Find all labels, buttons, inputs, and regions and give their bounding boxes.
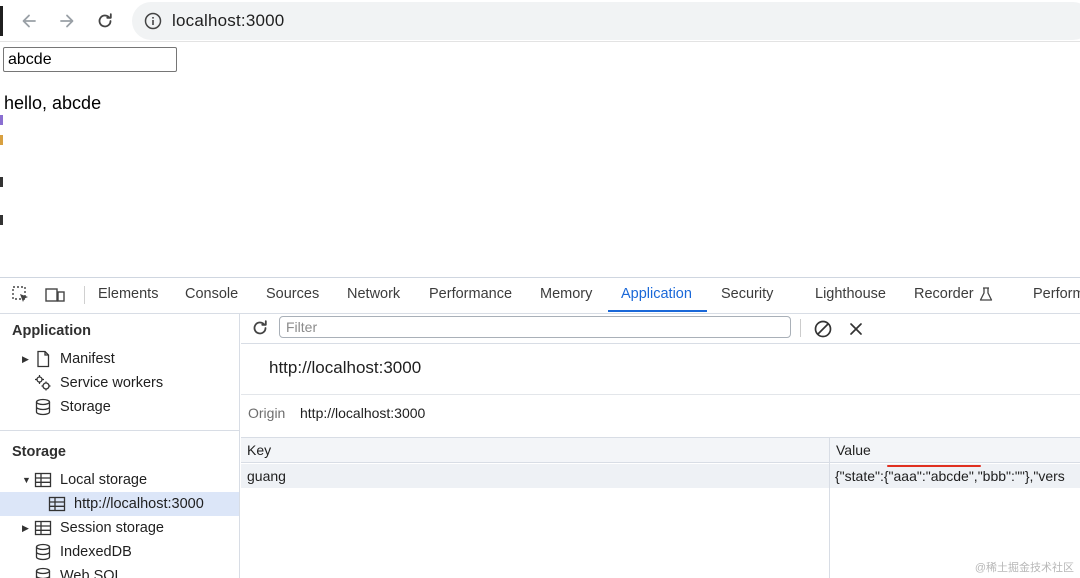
watermark: @稀土掘金技术社区 bbox=[974, 562, 1074, 574]
back-button[interactable] bbox=[16, 8, 42, 34]
expand-arrow-icon[interactable]: ▶ bbox=[22, 523, 34, 534]
page-content: hello, abcde bbox=[0, 43, 1080, 277]
table-icon bbox=[34, 520, 52, 536]
origin-row: Origin http://localhost:3000 bbox=[241, 394, 1080, 438]
sidebar-item-label: Manifest bbox=[60, 351, 115, 367]
url-text: localhost:3000 bbox=[172, 11, 285, 30]
tab-elements[interactable]: Elements bbox=[98, 278, 158, 313]
application-sidebar: Application ▶ Manifest Service workers S… bbox=[0, 314, 240, 578]
origin-title: http://localhost:3000 bbox=[269, 358, 422, 377]
device-toolbar-icon[interactable] bbox=[44, 284, 66, 306]
value-cell[interactable]: {"state":{"aaa":"abcde","bbb":""},"vers bbox=[835, 464, 1080, 488]
tab-separator bbox=[84, 286, 85, 304]
sidebar-item-label: Web SQL bbox=[60, 568, 123, 578]
sidebar-header-storage: Storage bbox=[12, 444, 66, 460]
database-icon bbox=[35, 398, 51, 416]
edge-artifact bbox=[0, 135, 3, 145]
tab-memory[interactable]: Memory bbox=[540, 278, 592, 313]
sidebar-item-label: IndexedDB bbox=[60, 544, 132, 560]
sidebar-header-application: Application bbox=[12, 323, 91, 339]
tab-console[interactable]: Console bbox=[185, 278, 238, 313]
table-row[interactable]: guang {"state":{"aaa":"abcde","bbb":""},… bbox=[241, 464, 1080, 488]
devtools-tab-bar: Elements Console Sources Network Perform… bbox=[0, 278, 1080, 314]
column-header-key[interactable]: Key bbox=[241, 438, 829, 463]
tab-recorder[interactable]: Recorder bbox=[914, 278, 974, 313]
gears-icon bbox=[35, 375, 51, 391]
column-divider bbox=[829, 438, 830, 578]
expand-arrow-icon[interactable]: ▶ bbox=[22, 354, 34, 365]
table-icon bbox=[34, 472, 52, 488]
tab-sources[interactable]: Sources bbox=[266, 278, 319, 313]
collapse-arrow-icon[interactable]: ▼ bbox=[22, 475, 34, 485]
sidebar-item-label: http://localhost:3000 bbox=[74, 496, 204, 512]
sidebar-item-local-storage[interactable]: ▼ Local storage bbox=[22, 468, 147, 492]
tab-lighthouse[interactable]: Lighthouse bbox=[815, 278, 886, 313]
edge-artifact bbox=[0, 215, 3, 225]
arrow-left-icon bbox=[22, 14, 36, 28]
info-icon[interactable] bbox=[144, 12, 162, 30]
clear-all-icon[interactable] bbox=[813, 319, 833, 339]
toolbar-separator bbox=[800, 319, 801, 337]
refresh-icon[interactable] bbox=[250, 318, 270, 338]
flask-icon bbox=[979, 287, 993, 301]
browser-toolbar: localhost:3000 bbox=[0, 0, 1080, 42]
sidebar-item-indexeddb[interactable]: IndexedDB bbox=[34, 540, 132, 564]
sidebar-item-label: Local storage bbox=[60, 472, 148, 488]
sidebar-item-label: Service workers bbox=[60, 375, 164, 391]
tab-application[interactable]: Application bbox=[621, 278, 692, 313]
sidebar-item-web-sql[interactable]: Web SQL bbox=[34, 564, 123, 578]
sidebar-item-localhost-origin[interactable]: http://localhost:3000 bbox=[0, 492, 239, 516]
storage-table: Key Value guang {"state":{"aaa":"abcde",… bbox=[241, 438, 1080, 578]
devtools-panel: Elements Console Sources Network Perform… bbox=[0, 277, 1080, 578]
delete-selected-icon[interactable] bbox=[847, 320, 865, 338]
filter-input[interactable] bbox=[279, 316, 791, 338]
origin-value: http://localhost:3000 bbox=[300, 405, 426, 421]
edge-artifact bbox=[0, 177, 3, 187]
inspect-element-icon[interactable] bbox=[10, 284, 32, 306]
sidebar-item-label: Storage bbox=[60, 399, 111, 415]
active-tab-indicator bbox=[608, 310, 707, 312]
forward-button[interactable] bbox=[54, 8, 80, 34]
table-icon bbox=[48, 496, 66, 512]
database-icon bbox=[35, 567, 51, 578]
reload-button[interactable] bbox=[92, 8, 118, 34]
edge-artifact bbox=[0, 115, 3, 125]
document-icon bbox=[37, 350, 50, 368]
address-bar[interactable]: localhost:3000 bbox=[132, 2, 1080, 40]
name-input[interactable] bbox=[3, 47, 177, 72]
column-header-value[interactable]: Value bbox=[830, 438, 1080, 463]
arrow-right-icon bbox=[60, 14, 74, 28]
sidebar-item-label: Session storage bbox=[60, 520, 164, 536]
storage-main-panel: http://localhost:3000 Origin http://loca… bbox=[241, 314, 1080, 578]
database-icon bbox=[35, 543, 51, 561]
origin-label: Origin bbox=[248, 405, 286, 421]
reload-icon bbox=[98, 13, 112, 28]
key-cell[interactable]: guang bbox=[247, 464, 827, 488]
hello-text: hello, abcde bbox=[4, 93, 102, 113]
sidebar-divider bbox=[0, 430, 239, 431]
sidebar-item-storage[interactable]: Storage bbox=[34, 395, 111, 419]
highlight-underline bbox=[887, 465, 981, 467]
tab-performance-insights[interactable]: Perform bbox=[1033, 278, 1080, 313]
window-edge bbox=[0, 6, 3, 36]
tab-network[interactable]: Network bbox=[347, 278, 400, 313]
storage-toolbar bbox=[241, 314, 1080, 344]
sidebar-item-service-workers[interactable]: Service workers bbox=[34, 371, 163, 395]
sidebar-item-manifest[interactable]: ▶ Manifest bbox=[22, 347, 115, 371]
tab-security[interactable]: Security bbox=[721, 278, 773, 313]
tab-performance[interactable]: Performance bbox=[429, 278, 512, 313]
sidebar-item-session-storage[interactable]: ▶ Session storage bbox=[22, 516, 164, 540]
